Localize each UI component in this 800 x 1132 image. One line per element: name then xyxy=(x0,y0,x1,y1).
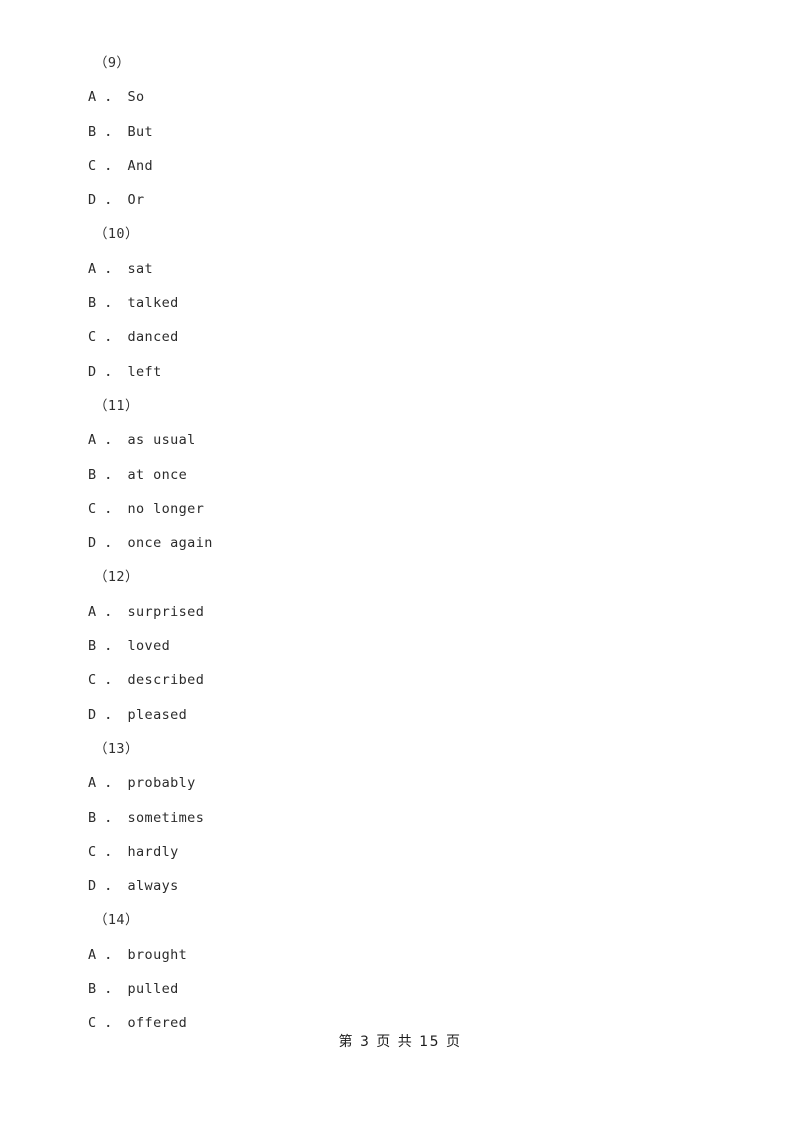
answer-option: A ． sat xyxy=(88,260,154,277)
answer-option: D ． once again xyxy=(88,535,213,552)
question-number: （12） xyxy=(94,569,139,586)
question-number: （11） xyxy=(94,397,139,414)
answer-option: B ． pulled xyxy=(88,981,179,998)
answer-option: C ． hardly xyxy=(88,843,179,860)
question-number: （9） xyxy=(94,55,131,71)
question-list: （9） A ． So B ． But C ． And D ． Or （10） A ． sat… xyxy=(88,46,708,1041)
answer-option: B ． sometimes xyxy=(88,809,205,826)
question-number: （14） xyxy=(94,912,139,929)
answer-option: D ． pleased xyxy=(88,706,188,723)
answer-option: D ． left xyxy=(88,363,162,380)
answer-option: C ． described xyxy=(88,672,205,689)
answer-option: A ． probably xyxy=(88,775,196,792)
answer-option: C ． danced xyxy=(88,329,179,346)
answer-option: C ． no longer xyxy=(88,500,205,517)
answer-option: C ． And xyxy=(88,157,154,174)
answer-option: A ． surprised xyxy=(88,603,205,620)
answer-option: B ． at once xyxy=(88,466,188,483)
answer-option: D ． Or xyxy=(88,192,145,209)
question-number: （10） xyxy=(94,226,139,243)
answer-option: B ． But xyxy=(88,123,154,140)
document-page: （9） A ． So B ． But C ． And D ． Or （10） A ． sat… xyxy=(0,0,800,1132)
question-number: （13） xyxy=(94,740,139,757)
answer-option: A ． as usual xyxy=(88,432,196,449)
page-footer: 第 3 页 共 15 页 xyxy=(338,1034,462,1050)
answer-option: A ． So xyxy=(88,89,145,106)
answer-option: D ． always xyxy=(88,878,179,895)
answer-option: A ． brought xyxy=(88,946,188,963)
answer-option: B ． talked xyxy=(88,295,179,312)
answer-option: B ． loved xyxy=(88,638,171,655)
